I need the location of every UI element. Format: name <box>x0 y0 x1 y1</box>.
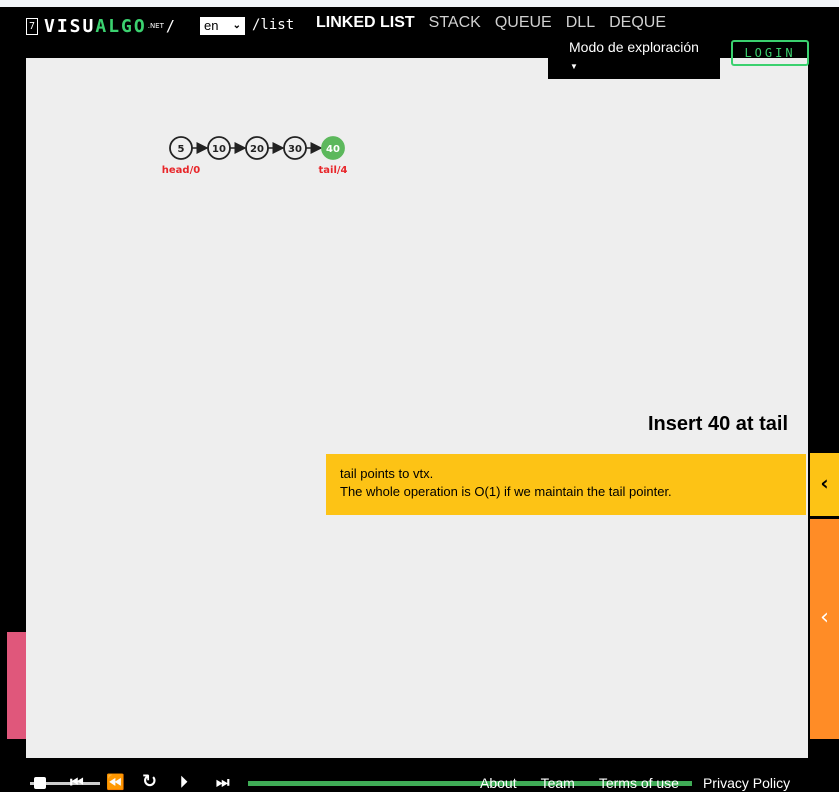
last-step-icon[interactable]: ⏭ <box>216 773 230 791</box>
list-node-value: 5 <box>178 144 185 155</box>
chevron-left-icon: ‹ <box>820 605 829 630</box>
top-border <box>0 0 839 7</box>
actions-panel-toggle[interactable] <box>7 632 26 739</box>
nav-stack[interactable]: STACK <box>429 14 481 32</box>
status-line-2: The whole operation is O(1) if we mainta… <box>340 484 672 499</box>
nav-queue[interactable]: QUEUE <box>495 14 552 32</box>
logo-slash: / <box>165 17 175 35</box>
language-value: en <box>204 18 219 33</box>
step-forward-icon[interactable]: ⏵ <box>180 773 188 791</box>
footer-team[interactable]: Team <box>541 775 575 791</box>
login-button[interactable]: LOGIN <box>731 40 809 66</box>
collapse-status-button[interactable]: ‹ <box>810 453 839 516</box>
list-node-value: 20 <box>250 144 264 155</box>
codetrace-panel-toggle[interactable]: ‹ <box>810 519 839 739</box>
head-label: head/0 <box>162 165 200 176</box>
visualization-canvas: 5 10 20 30 40 head/0 tail/4 Insert 40 at tail … <box>26 58 808 758</box>
visualgo-logo[interactable]: 7 VISUALGO .NET / <box>26 16 175 37</box>
mode-label: Modo de exploración <box>569 39 699 55</box>
footer-about[interactable]: About <box>480 775 517 791</box>
page-path: /list <box>252 17 295 33</box>
footer-links: About Team Terms of use Privacy Policy <box>480 775 814 791</box>
caret-down-icon: ▼ <box>570 62 578 71</box>
language-select[interactable]: en ⌄ <box>200 17 245 35</box>
tail-label: tail/4 <box>319 165 348 176</box>
list-node-value: 10 <box>212 144 226 155</box>
chevron-left-icon: ‹ <box>820 471 829 495</box>
main-nav: LINKED LIST STACK QUEUE DLL DEQUE <box>316 14 680 32</box>
footer-privacy[interactable]: Privacy Policy <box>703 775 790 791</box>
replay-icon[interactable]: ↻ <box>142 773 157 791</box>
nav-dll[interactable]: DLL <box>566 14 595 32</box>
logo-visu: VISU <box>44 15 96 37</box>
status-line-1: tail points to vtx. <box>340 466 434 481</box>
list-node-value: 30 <box>288 144 302 155</box>
linked-list-diagram: 5 10 20 30 40 head/0 tail/4 <box>162 136 348 176</box>
logo-algo: ALGO <box>95 15 147 37</box>
list-node-value: 40 <box>326 144 340 155</box>
operation-title: Insert 40 at tail <box>647 413 788 435</box>
nav-linked-list[interactable]: LINKED LIST <box>316 14 415 32</box>
logo-badge: 7 <box>26 17 38 35</box>
chevron-down-icon: ⌄ <box>232 20 241 31</box>
nav-deque[interactable]: DEQUE <box>609 14 666 32</box>
first-step-icon[interactable]: ⏮ <box>70 773 84 791</box>
logo-text: VISUALGO <box>44 16 147 37</box>
step-back-icon[interactable]: ⏪ <box>106 773 125 791</box>
logo-net: .NET <box>147 22 164 30</box>
speed-slider-handle[interactable] <box>34 777 46 789</box>
footer-terms[interactable]: Terms of use <box>599 775 679 791</box>
status-box: tail points to vtx. The whole operation … <box>326 454 806 515</box>
mode-dropdown[interactable]: Modo de exploración ▼ <box>548 36 720 79</box>
